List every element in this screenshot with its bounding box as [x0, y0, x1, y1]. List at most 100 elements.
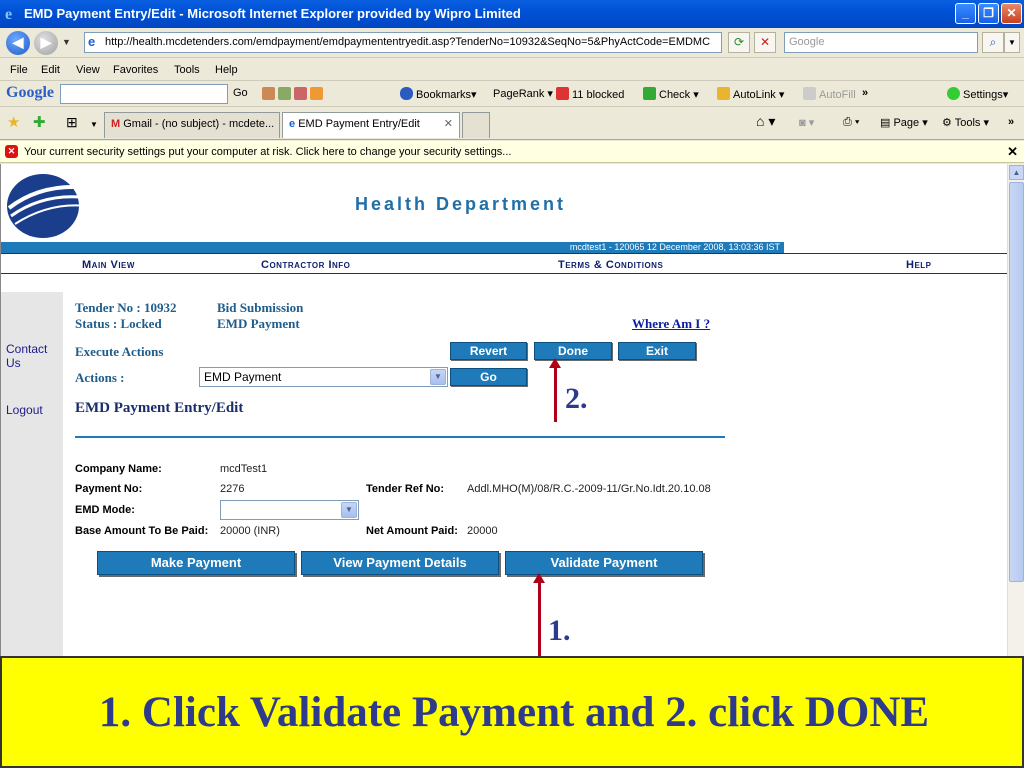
left-sidebar: Contact Us Logout — [1, 292, 63, 656]
wand-icon — [717, 87, 730, 100]
payment-no-label: Payment No: — [75, 483, 143, 495]
spellcheck-button[interactable]: Check ▾ — [643, 87, 699, 101]
emd-mode-select[interactable]: ▼ — [220, 500, 359, 520]
nav-divider-top — [1, 253, 1007, 254]
execute-actions-label: Execute Actions — [75, 344, 164, 359]
contact-us-link[interactable]: Contact Us — [6, 342, 58, 370]
close-tab-icon[interactable]: ✕ — [444, 117, 453, 130]
department-title: Health Department — [355, 194, 567, 214]
tab-overflow-chevron-icon[interactable]: » — [1008, 116, 1014, 128]
actions-select[interactable]: EMD Payment ▼ — [199, 367, 448, 387]
step1-arrow — [538, 582, 541, 656]
validate-payment-button[interactable]: Validate Payment — [505, 551, 703, 575]
page-menu-button[interactable]: ▤ Page ▾ — [880, 116, 928, 129]
scroll-up-icon[interactable]: ▲ — [1009, 165, 1024, 180]
nav-terms-conditions[interactable]: Terms & Conditions — [558, 259, 663, 271]
emd-payment-label: EMD Payment — [217, 316, 300, 331]
tab-bar: ★ ✚ ⊞ ▼ M Gmail - (no subject) - mcdete.… — [0, 108, 1024, 140]
history-dropdown-icon[interactable]: ▼ — [62, 37, 71, 47]
news-icon — [262, 87, 275, 100]
revert-button[interactable]: Revert — [450, 342, 527, 360]
restore-button[interactable]: ❐ — [978, 3, 999, 24]
print-icon[interactable]: ⎙ ▾ — [843, 116, 859, 129]
search-options-icon[interactable]: ▼ — [1004, 32, 1020, 53]
menu-tools[interactable]: Tools — [174, 64, 200, 76]
quick-tabs-icon[interactable]: ⊞ — [66, 114, 78, 131]
step1-label: 1. — [548, 614, 571, 647]
status-dot-icon — [947, 87, 960, 100]
toolbar-icons[interactable] — [262, 87, 326, 101]
close-window-button[interactable]: ✕ — [1001, 3, 1022, 24]
page-favicon-icon: e — [88, 34, 96, 49]
bookmarks-button[interactable]: Bookmarks▾ — [400, 87, 477, 101]
tender-ref-value: Addl.MHO(M)/08/R.C.-2009-11/Gr.No.Idt.20… — [467, 483, 711, 495]
nav-main-view[interactable]: Main View — [82, 259, 135, 271]
address-url: http://health.mcdetenders.com/emdpayment… — [105, 36, 711, 48]
logout-link[interactable]: Logout — [6, 403, 43, 417]
menu-help[interactable]: Help — [215, 64, 238, 76]
form-title: EMD Payment Entry/Edit — [75, 400, 244, 416]
new-tab-button[interactable] — [462, 112, 490, 138]
more-chevron-icon[interactable]: » — [862, 87, 868, 99]
blocked-icon — [556, 87, 569, 100]
leaf-icon — [278, 87, 291, 100]
security-message: Your current security settings put your … — [24, 146, 512, 158]
exit-button[interactable]: Exit — [618, 342, 696, 360]
google-go-button[interactable]: Go — [233, 87, 248, 99]
autofill-icon — [803, 87, 816, 100]
menu-edit[interactable]: Edit — [41, 64, 60, 76]
menu-favorites[interactable]: Favorites — [113, 64, 158, 76]
tender-ref-label: Tender Ref No: — [366, 483, 445, 495]
scroll-thumb[interactable] — [1009, 182, 1024, 582]
google-logo: Google — [6, 84, 54, 101]
instruction-caption: 1. Click Validate Payment and 2. click D… — [0, 656, 1024, 768]
address-input[interactable]: e http://health.mcdetenders.com/emdpayme… — [84, 32, 722, 53]
favorites-star-icon[interactable]: ★ — [7, 113, 20, 131]
tab-gmail[interactable]: M Gmail - (no subject) - mcdete... — [104, 112, 280, 138]
vertical-scrollbar[interactable]: ▲ — [1007, 164, 1024, 656]
autolink-button[interactable]: AutoLink ▾ — [717, 87, 784, 101]
tender-status: Status : Locked — [75, 316, 162, 331]
forward-button[interactable]: ▶ — [34, 31, 58, 55]
chevron-down-icon: ▼ — [430, 369, 446, 385]
nav-contractor-info[interactable]: Contractor Info — [261, 259, 350, 271]
tab-emd-payment[interactable]: e EMD Payment Entry/Edit ✕ — [282, 112, 460, 138]
view-payment-details-button[interactable]: View Payment Details — [301, 551, 499, 575]
company-name-label: Company Name: — [75, 463, 162, 475]
minimize-button[interactable]: _ — [955, 3, 976, 24]
make-payment-button[interactable]: Make Payment — [97, 551, 295, 575]
where-am-i-link[interactable]: Where Am I ? — [632, 316, 710, 332]
form-divider — [75, 436, 725, 438]
search-input[interactable]: Google — [784, 32, 978, 53]
department-logo — [7, 174, 92, 238]
back-button[interactable]: ◀ — [6, 31, 30, 55]
menu-file[interactable]: File — [10, 64, 28, 76]
add-favorite-icon[interactable]: ✚ — [33, 113, 46, 131]
pagerank-button[interactable]: PageRank ▾ — [493, 87, 553, 100]
autofill-button[interactable]: AutoFill — [803, 87, 856, 101]
stop-button[interactable]: ✕ — [754, 32, 776, 53]
settings-button[interactable]: Settings▾ — [947, 87, 1008, 101]
home-icon[interactable]: ⌂ ▾ — [756, 113, 775, 130]
menu-view[interactable]: View — [76, 64, 100, 76]
done-button[interactable]: Done — [534, 342, 612, 360]
go-button[interactable]: Go — [450, 368, 527, 386]
address-toolbar: ◀ ▶ ▼ e http://health.mcdetenders.com/em… — [0, 28, 1024, 58]
feeds-icon[interactable]: ◙ ▾ — [799, 116, 814, 129]
search-icon[interactable]: ⌕ — [982, 32, 1004, 53]
popup-blocker-button[interactable]: 11 blocked — [556, 87, 624, 101]
bid-submission-label: Bid Submission — [217, 300, 304, 315]
net-amount-label: Net Amount Paid: — [366, 525, 458, 537]
company-name-value: mcdTest1 — [220, 463, 268, 475]
google-search-input[interactable] — [60, 84, 228, 104]
page-viewport: Health Department mcdtest1 - 120065 12 D… — [0, 164, 1024, 656]
close-infobar-icon[interactable]: ✕ — [1007, 144, 1018, 160]
security-infobar[interactable]: ✕ Your current security settings put you… — [0, 141, 1024, 163]
tab-list-icon[interactable]: ▼ — [90, 120, 98, 129]
step2-label: 2. — [565, 382, 588, 415]
base-amount-value: 20000 (INR) — [220, 525, 280, 537]
nav-help[interactable]: Help — [906, 259, 932, 271]
check-icon — [643, 87, 656, 100]
refresh-button[interactable]: ⟳ — [728, 32, 750, 53]
tools-menu-button[interactable]: ⚙ Tools ▾ — [942, 116, 989, 129]
